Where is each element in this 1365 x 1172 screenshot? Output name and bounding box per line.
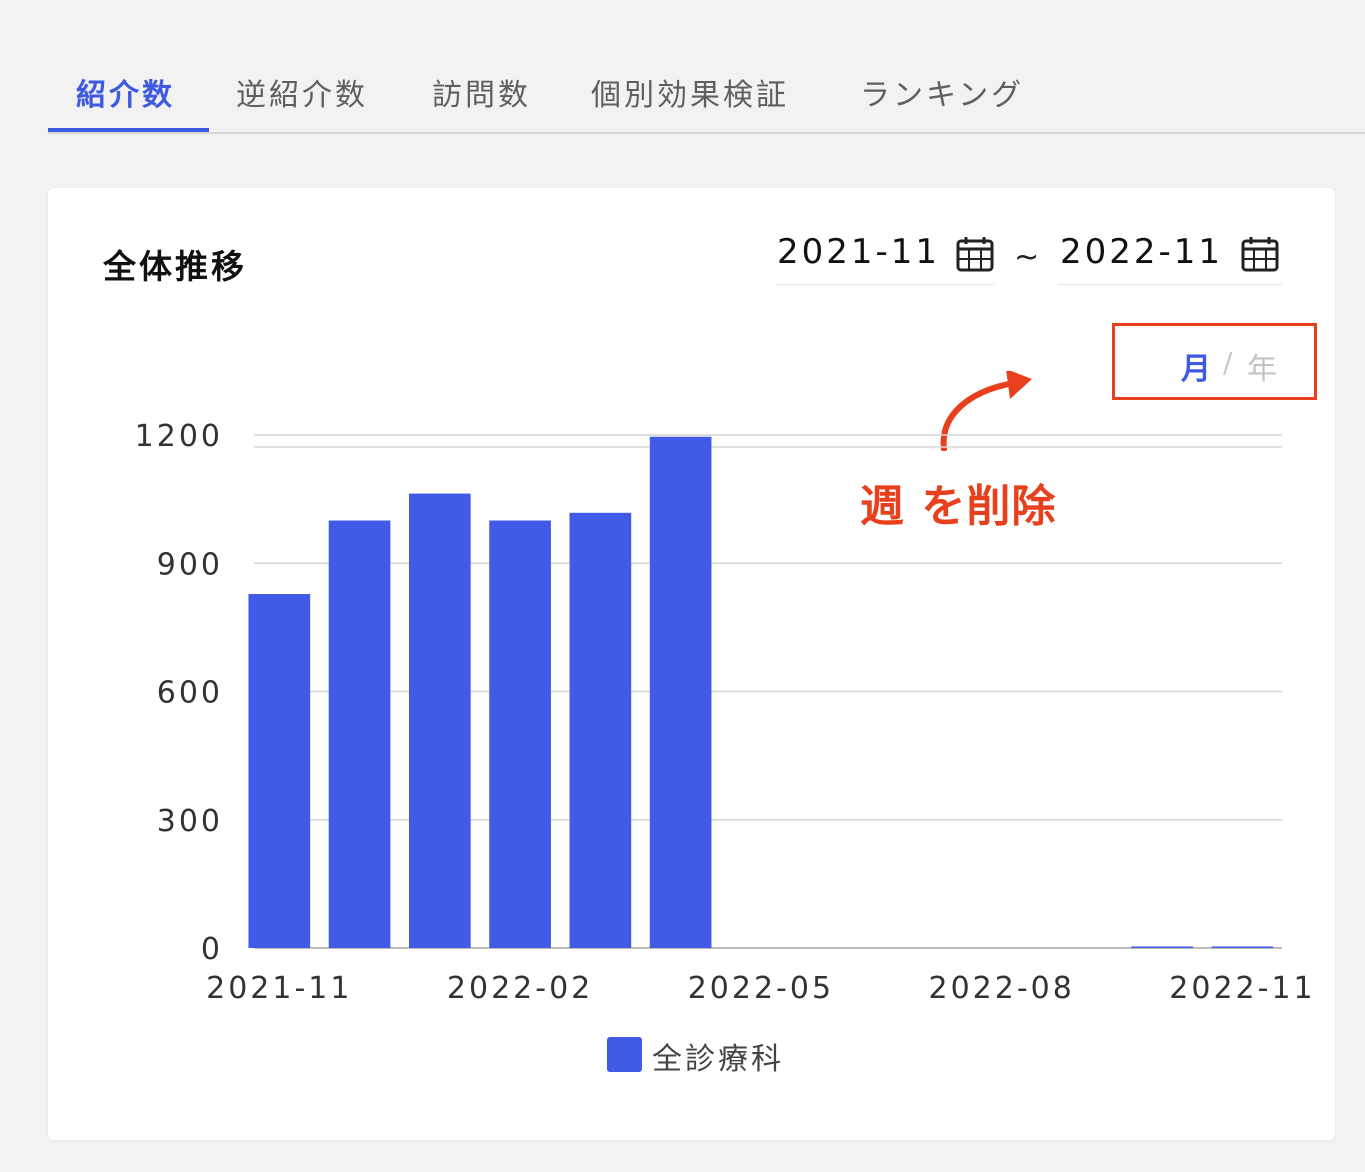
active-tab-indicator (48, 128, 209, 132)
bar-2021-12[interactable] (328, 520, 391, 949)
legend-label[interactable]: 全診療科 (652, 1034, 784, 1078)
bar-2022-03[interactable] (569, 512, 632, 948)
tab-bar: 紹介数 逆紹介数 訪問数 個別効果検証 ランキング (48, 52, 1365, 134)
x-tick-label: 2022-02 (447, 971, 593, 1006)
tab-referrals[interactable]: 紹介数 (76, 70, 175, 130)
bar-2022-10[interactable] (1131, 946, 1194, 949)
tab-visits[interactable]: 訪問数 (432, 70, 531, 130)
tab-individual-effect[interactable]: 個別効果検証 (591, 70, 789, 130)
x-tick-label: 2022-11 (1169, 971, 1315, 1006)
bar-2022-01[interactable] (408, 493, 471, 948)
x-tick-label: 2022-08 (928, 971, 1074, 1006)
y-tick-label: 0 (201, 932, 223, 967)
tab-ranking[interactable]: ランキング (860, 70, 1024, 130)
y-tick-label: 300 (157, 804, 223, 839)
legend-swatch[interactable] (607, 1037, 642, 1072)
bar-2022-04[interactable] (649, 436, 712, 948)
x-tick-label: 2021-11 (206, 971, 352, 1006)
overall-trend-card: 全体推移 2021-11 ~ 2022-11 月 / 年 週 を削除 0 300… (48, 188, 1335, 1140)
bar-2022-02[interactable] (489, 520, 551, 949)
bar-2022-11[interactable] (1211, 946, 1274, 949)
y-tick-label: 900 (157, 547, 223, 582)
y-tick-label: 1200 (135, 419, 223, 454)
x-tick-label: 2022-05 (688, 971, 834, 1006)
tab-reverse-referrals[interactable]: 逆紹介数 (236, 70, 368, 130)
bar-chart: 0 300 900 600 1200 2021-11 2022-02 2022-05 2022-… (135, 419, 1315, 1006)
y-tick-label: 600 (157, 676, 223, 711)
bar-2021-11[interactable] (248, 594, 311, 948)
